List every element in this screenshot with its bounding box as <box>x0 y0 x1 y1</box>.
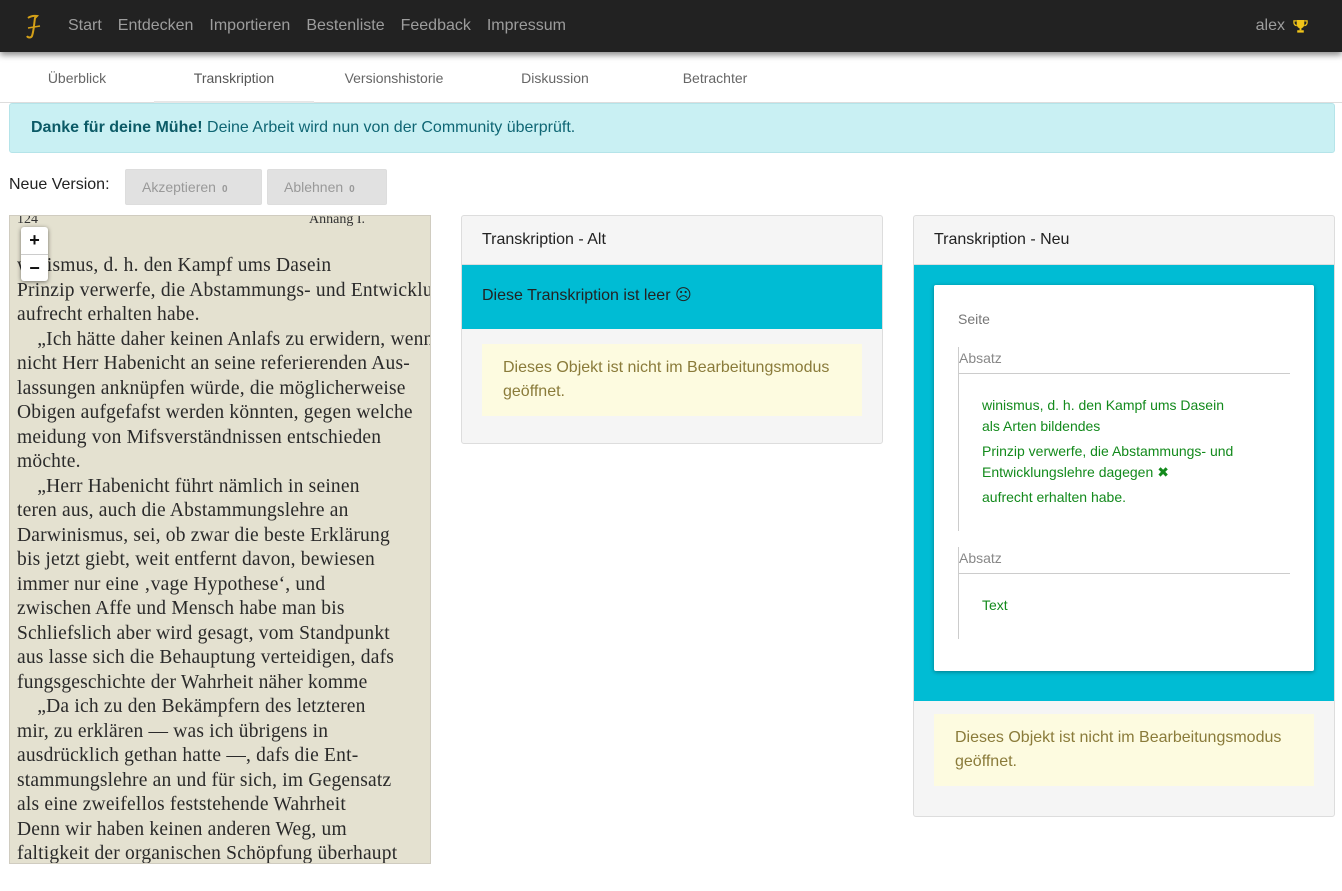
new-transcription-panel: Transkription - Neu Seite Absatz winismu… <box>913 215 1335 817</box>
scan-line: Obigen aufgefafst werden könnten, gegen … <box>17 402 413 423</box>
nav-start[interactable]: Start <box>60 17 110 35</box>
tab-transkription[interactable]: Transkription <box>154 52 314 103</box>
scan-line: stammungslehre an und für sich, im Gegen… <box>17 769 392 791</box>
scan-line: teren aus, auch die Abstammungslehre an <box>17 500 349 521</box>
scan-line: winismus, d. h. den Kampf ums Dasein <box>17 255 332 276</box>
alert-strong: Danke für deine Mühe! <box>31 119 203 136</box>
scan-running-head: Anhang I. <box>309 215 365 227</box>
tab-ueberblick[interactable]: Überblick <box>0 52 154 103</box>
scan-line: immer nur eine ‚vage Hypothese‘, und <box>17 573 326 595</box>
reject-count: 0 <box>349 184 355 195</box>
old-panel-title: Transkription - Alt <box>462 216 882 265</box>
new-panel-title: Transkription - Neu <box>914 216 1334 265</box>
transcription-editor-area: Seite Absatz winismus, d. h. den Kampf u… <box>914 265 1334 701</box>
old-transcription-panel: Transkription - Alt Diese Transkription … <box>461 215 883 444</box>
zoom-in-button[interactable]: + <box>21 227 48 254</box>
absatz-block-2: Absatz Text <box>958 547 1290 639</box>
user-menu[interactable]: alex <box>1256 0 1308 52</box>
scan-line: möchte. <box>17 451 81 472</box>
text-line-3[interactable]: aufrecht erhalten habe. <box>982 487 1126 508</box>
new-version-label: Neue Version: <box>9 176 110 193</box>
absatz-label-1: Absatz <box>959 347 1290 374</box>
reject-button[interactable]: Ablehnen 0 <box>267 169 387 205</box>
trophy-icon <box>1293 19 1308 33</box>
new-panel-warning: Dieses Objekt ist nicht im Bearbeitungsm… <box>934 714 1314 786</box>
scan-line: Prinzip verwerfe, die Abstammungs- und E… <box>17 279 430 301</box>
page-card: Seite Absatz winismus, d. h. den Kampf u… <box>934 285 1314 671</box>
text-line-new[interactable]: Text <box>982 595 1008 616</box>
scan-line: faltigkeit der organischen Schöpfung übe… <box>17 843 398 864</box>
tab-versionshistorie[interactable]: Versionshistorie <box>314 52 474 103</box>
nav-feedback[interactable]: Feedback <box>393 17 479 35</box>
scan-line: zwischen Affe und Mensch habe man bis <box>17 598 345 619</box>
scan-image-viewer[interactable]: + − 124 Anhang I. winismus, d. h. den Ka… <box>9 215 431 864</box>
scan-line: nicht Herr Habenicht an seine referieren… <box>17 353 410 374</box>
scan-line: Darwinismus, sei, ob zwar die beste Erkl… <box>17 524 390 546</box>
absatz-block-1: Absatz winismus, d. h. den Kampf ums Das… <box>958 347 1290 531</box>
empty-transcription-notice: Diese Transkription ist leer ☹ <box>462 265 882 329</box>
scan-line: „Ich hätte daher keinen Anlafs zu erwide… <box>17 328 431 350</box>
text-line-1b: als Arten bildendes <box>982 418 1101 434</box>
scan-line: als eine zweifellos feststehende Wahrhei… <box>17 794 346 815</box>
tab-betrachter[interactable]: Betrachter <box>636 52 794 103</box>
scan-line: ausdrücklich gethan hatte —, dafs die En… <box>17 745 359 766</box>
absatz-label-2: Absatz <box>959 547 1290 574</box>
scan-line: bis jetzt giebt, weit entfernt davon, be… <box>17 549 375 570</box>
scan-line: Schliefslich aber wird gesagt, vom Stand… <box>17 622 390 644</box>
text-line-2[interactable]: Prinzip verwerfe, die Abstammungs- und E… <box>982 441 1233 483</box>
seite-label: Seite <box>958 311 990 327</box>
scan-line: mir, zu erklären — was ich übrigens in <box>17 720 329 742</box>
old-panel-warning: Dieses Objekt ist nicht im Bearbeitungsm… <box>482 344 862 416</box>
alert-text: Deine Arbeit wird nun von der Community … <box>202 119 576 136</box>
scan-line: aus lasse sich die Behauptung verteidige… <box>17 647 395 668</box>
tab-diskussion[interactable]: Diskussion <box>474 52 636 103</box>
nav-bestenliste[interactable]: Bestenliste <box>298 17 392 35</box>
close-icon[interactable]: ✖ <box>1157 462 1169 483</box>
object-tabs: Überblick Transkription Versionshistorie… <box>0 52 1342 103</box>
top-navbar: Start Entdecken Importieren Bestenliste … <box>0 0 1342 52</box>
accept-button[interactable]: Akzeptieren 0 <box>125 169 262 205</box>
reject-label: Ablehnen <box>284 179 344 195</box>
text-line-1[interactable]: winismus, d. h. den Kampf ums Dasein als… <box>982 395 1224 437</box>
text-line-2b: Entwicklungslehre dagegen <box>982 464 1154 480</box>
zoom-control: + − <box>21 227 48 281</box>
scan-line: Denn wir haben keinen anderen Weg, um <box>17 818 347 840</box>
accept-count: 0 <box>221 184 228 195</box>
text-line-1a: winismus, d. h. den Kampf ums Dasein <box>982 397 1224 413</box>
scan-line: meidung von Mifsverständnissen entschied… <box>17 426 382 448</box>
scan-line: „Da ich zu den Bekämpfern des letzteren <box>17 696 366 717</box>
nav-importieren[interactable]: Importieren <box>201 17 298 35</box>
accept-label: Akzeptieren <box>142 179 216 195</box>
username[interactable]: alex <box>1256 17 1285 35</box>
scan-line: aufrecht erhalten habe. <box>17 304 200 325</box>
zoom-out-button[interactable]: − <box>21 254 48 281</box>
scan-line: lassungen anknüpfen würde, die möglicher… <box>17 377 406 399</box>
nav-entdecken[interactable]: Entdecken <box>110 17 202 35</box>
success-alert: Danke für deine Mühe! Deine Arbeit wird … <box>9 103 1335 153</box>
scan-line: „Herr Habenicht führt nämlich in seinen <box>17 475 360 497</box>
nav-impressum[interactable]: Impressum <box>479 17 574 35</box>
quill-logo-icon[interactable] <box>22 12 46 40</box>
text-line-2a: Prinzip verwerfe, die Abstammungs- und <box>982 443 1234 459</box>
scan-text-block: winismus, d. h. den Kampf ums Dasein Prin… <box>17 254 431 864</box>
scan-line: fungsgeschichte der Wahrheit näher komme <box>17 671 368 693</box>
